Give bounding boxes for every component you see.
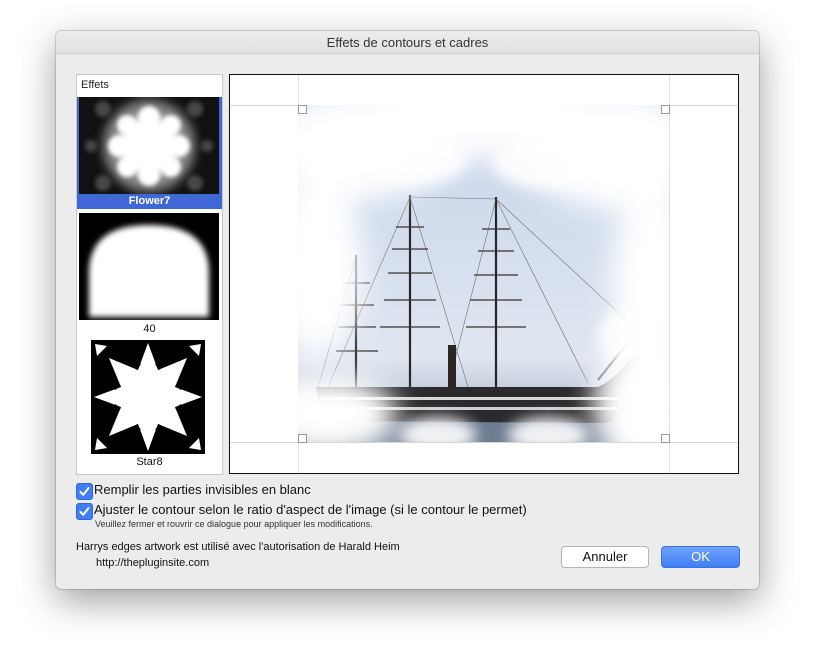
preview-area [229, 74, 739, 474]
window-title: Effets de contours et cadres [56, 31, 759, 54]
credits-text: Harrys edges artwork est utilisé avec l'… [76, 541, 400, 553]
tall-ship-image [298, 105, 669, 442]
guide-line-right [669, 75, 670, 473]
crop-handle-top-right[interactable] [661, 105, 670, 114]
adjust-ratio-label[interactable]: Ajuster le contour selon le ratio d'aspe… [94, 502, 527, 517]
effect-item-flower7[interactable]: Flower7 [77, 97, 222, 209]
effects-list-header: Effets [81, 79, 109, 91]
checkmark-icon [79, 487, 90, 496]
adjust-ratio-checkbox[interactable] [76, 503, 93, 520]
dialog-window: Effets de contours et cadres Effets Flow… [56, 31, 759, 589]
effects-list[interactable]: Effets Flower7 40 Star8 [76, 74, 223, 475]
effect-label-40: 40 [143, 323, 156, 335]
effect-label-star8: Star8 [136, 456, 163, 468]
ok-button[interactable]: OK [661, 546, 740, 568]
effect-label-flower7: Flower7 [128, 195, 171, 207]
credits-url: http://thepluginsite.com [96, 557, 210, 569]
crop-handle-bottom-right[interactable] [661, 434, 670, 443]
checkmark-icon [79, 507, 90, 516]
fill-invisible-checkbox[interactable] [76, 483, 93, 500]
restart-hint: Veuillez fermer et rouvrir ce dialogue p… [95, 519, 373, 529]
effect-item-star8[interactable]: Star8 [77, 340, 222, 474]
crop-handle-top-left[interactable] [298, 105, 307, 114]
cancel-button[interactable]: Annuler [561, 546, 649, 568]
crop-handle-bottom-left[interactable] [298, 434, 307, 443]
effect-40-thumbnail [79, 213, 219, 320]
fill-invisible-label[interactable]: Remplir les parties invisibles en blanc [94, 482, 311, 497]
star8-thumbnail [91, 340, 205, 454]
flower7-thumbnail [79, 97, 219, 194]
effect-item-40[interactable]: 40 [77, 213, 222, 335]
preview-image [298, 105, 669, 442]
